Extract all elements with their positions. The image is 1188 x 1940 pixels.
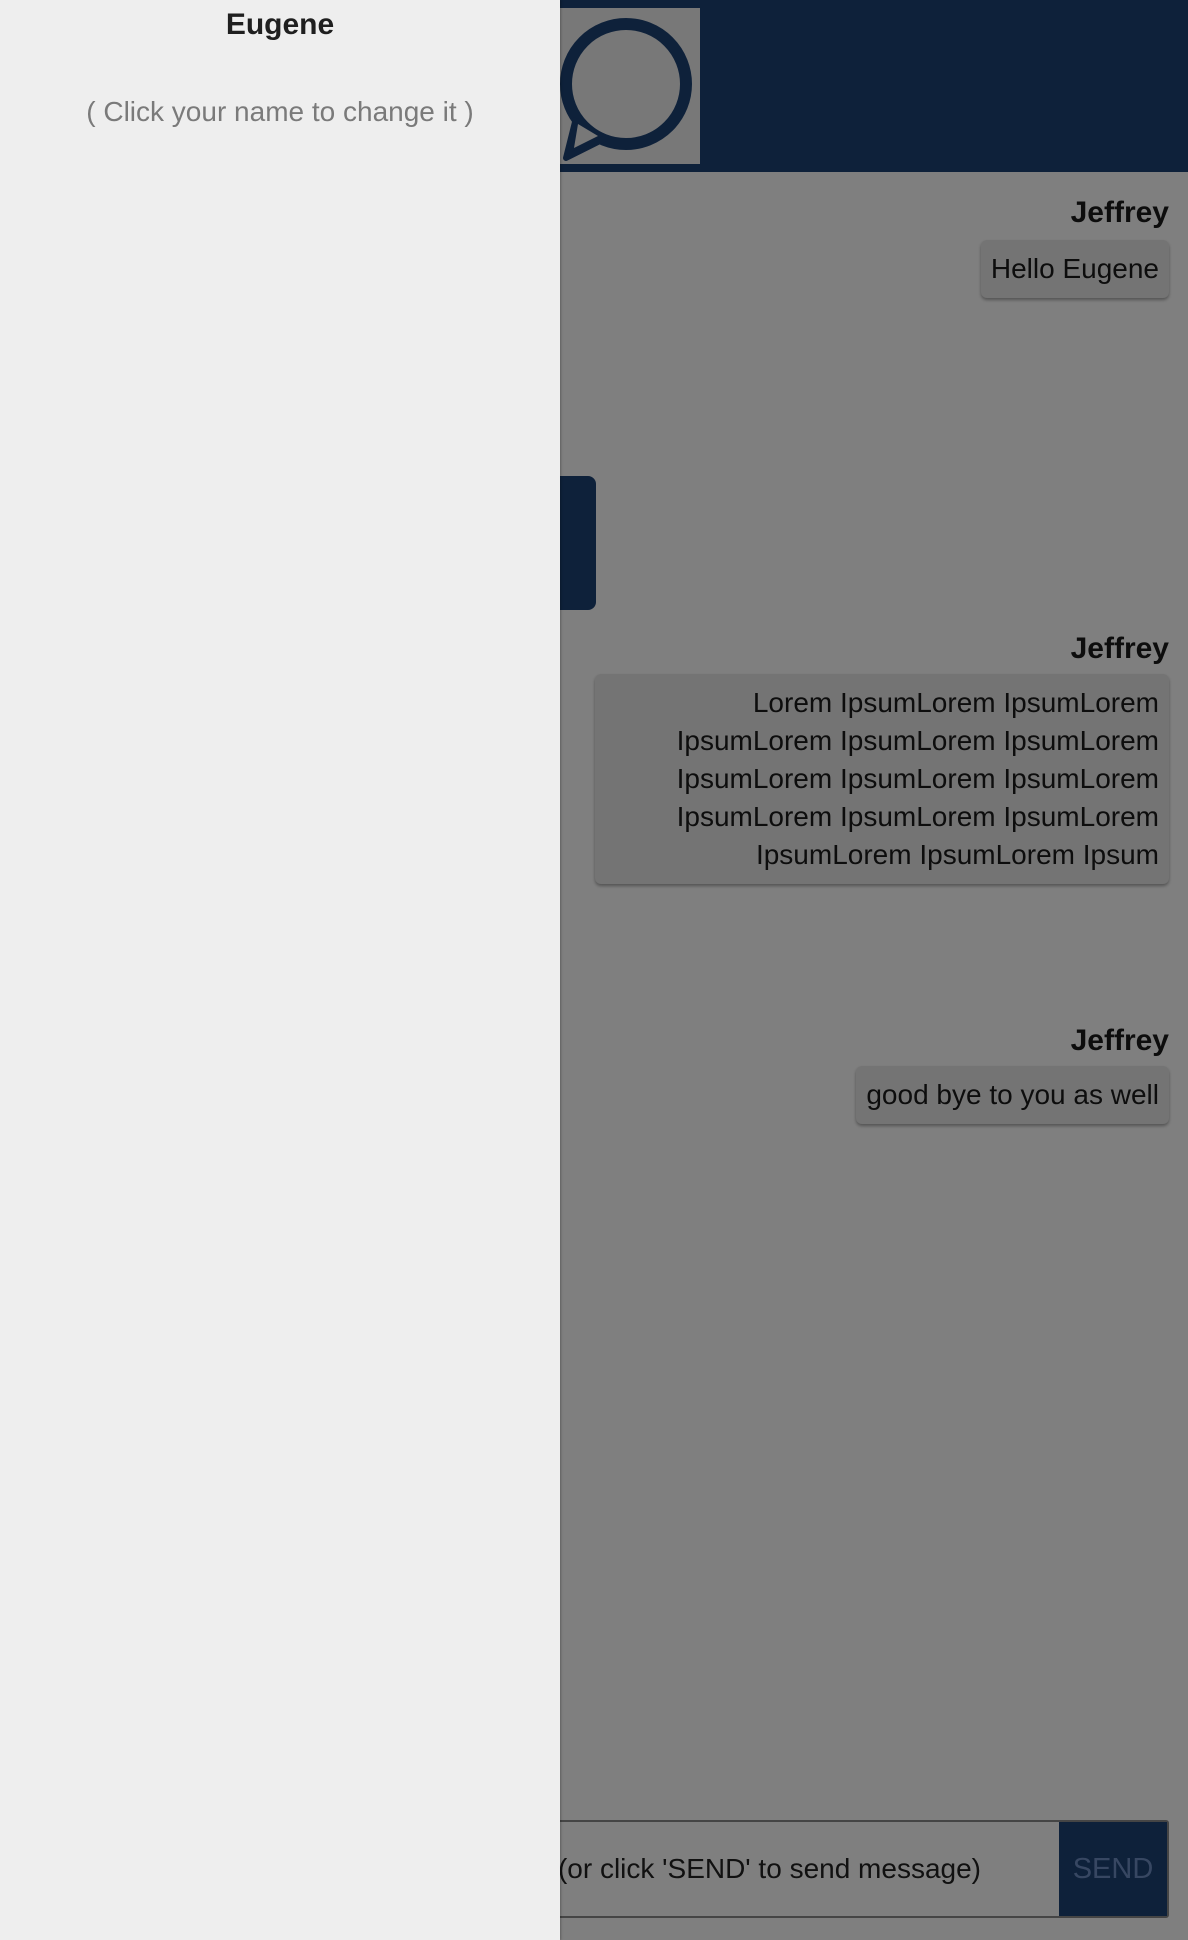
user-name[interactable]: Eugene [0,8,560,42]
change-name-hint: ( Click your name to change it ) [86,96,474,127]
user-drawer: Eugene ( Click your name to change it ) [0,0,560,1940]
